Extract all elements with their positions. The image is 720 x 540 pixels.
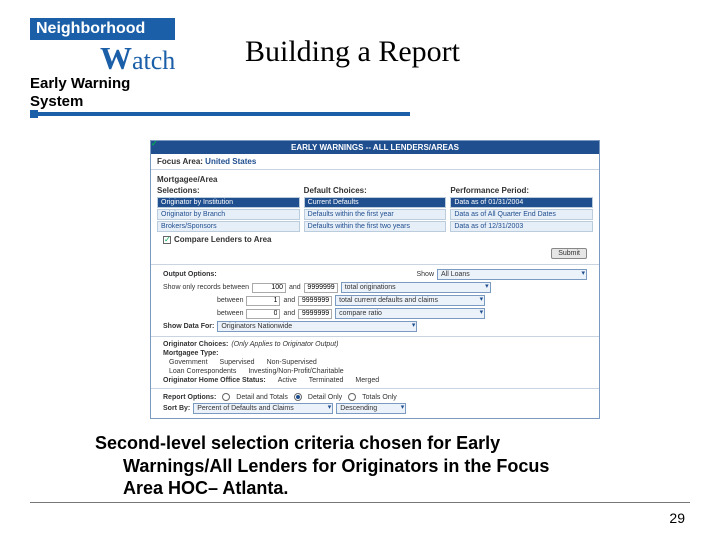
between3-label: between — [217, 310, 243, 317]
total-orig-dd[interactable]: total originations — [341, 282, 491, 293]
radio-detail-only[interactable] — [294, 393, 302, 401]
between1-a[interactable] — [252, 283, 286, 293]
submit-button[interactable]: Submit — [551, 248, 587, 259]
show-only-label: Show only records between — [163, 284, 249, 291]
page-title: Building a Report — [245, 35, 460, 69]
sel-brokers-sponsors[interactable]: Brokers/Sponsors — [157, 221, 300, 232]
logo-top: Neighborhood — [30, 18, 175, 40]
compare-ratio-dd[interactable]: compare ratio — [335, 308, 485, 319]
page-number: 29 — [669, 510, 685, 526]
perf-period-label: Performance Period: — [450, 186, 593, 195]
show-label: Show — [416, 271, 434, 278]
mortgagee-area-label: Mortgagee/Area — [157, 175, 300, 184]
sort-dir-dd[interactable]: Descending — [336, 403, 406, 414]
total-def-claims-dd[interactable]: total current defaults and claims — [335, 295, 485, 306]
default-choices-label: Default Choices: — [304, 186, 447, 195]
perf-date-1[interactable]: Data as of 01/31/2004 — [450, 197, 593, 208]
form-panel: EARLY WARNINGS -- ALL LENDERS/AREAS Focu… — [150, 140, 600, 419]
output-options-label: Output Options: — [163, 271, 217, 278]
between2-a[interactable] — [246, 296, 280, 306]
focus-area-value: United States — [205, 157, 256, 166]
orig-choices-label: Originator Choices: — [163, 341, 228, 348]
def-current[interactable]: Current Defaults — [304, 197, 447, 208]
radio-totals-only[interactable] — [348, 393, 356, 401]
report-options-label: Report Options: — [163, 394, 216, 401]
show-data-for-label: Show Data For: — [163, 323, 214, 330]
def-two-years[interactable]: Defaults within the first two years — [304, 221, 447, 232]
show-data-for-dd[interactable]: Originators Nationwide — [217, 321, 417, 332]
logo: Neighborhood Watch — [30, 18, 230, 68]
focus-area-label: Focus Area: — [157, 157, 203, 166]
between3-b[interactable] — [298, 309, 332, 319]
radio-detail-totals[interactable] — [222, 393, 230, 401]
selections-label: Selections: — [157, 186, 300, 195]
panel-header: EARLY WARNINGS -- ALL LENDERS/AREAS — [151, 141, 599, 154]
compare-label: Compare Lenders to Area — [174, 235, 272, 244]
perf-date-2[interactable]: Data as of 12/31/2003 — [450, 221, 593, 232]
sel-orig-branch[interactable]: Originator by Branch — [157, 209, 300, 220]
subtitle: Early Warning System — [30, 75, 130, 111]
perf-all-quarter[interactable]: Data as of All Quarter End Dates — [450, 209, 593, 220]
sort-by-dd[interactable]: Percent of Defaults and Claims — [193, 403, 333, 414]
sel-orig-institution[interactable]: Originator by Institution — [157, 197, 300, 208]
home-status-label: Originator Home Office Status: — [163, 377, 266, 384]
between1-b[interactable] — [304, 283, 338, 293]
def-first-year[interactable]: Defaults within the first year — [304, 209, 447, 220]
slide-caption: Second-level selection criteria chosen f… — [95, 432, 655, 500]
mortgagee-type-label: Mortgagee Type: — [163, 350, 219, 357]
between2-b[interactable] — [298, 296, 332, 306]
footer-rule — [30, 502, 690, 503]
logo-bottom: Watch — [100, 40, 175, 77]
header-rule — [30, 112, 410, 116]
between3-a[interactable] — [246, 309, 280, 319]
compare-checkbox[interactable] — [163, 236, 171, 244]
sort-by-label: Sort By: — [163, 405, 190, 412]
show-dropdown[interactable]: All Loans — [437, 269, 587, 280]
orig-note: (Only Applies to Originator Output) — [231, 341, 338, 348]
between2-label: between — [217, 297, 243, 304]
